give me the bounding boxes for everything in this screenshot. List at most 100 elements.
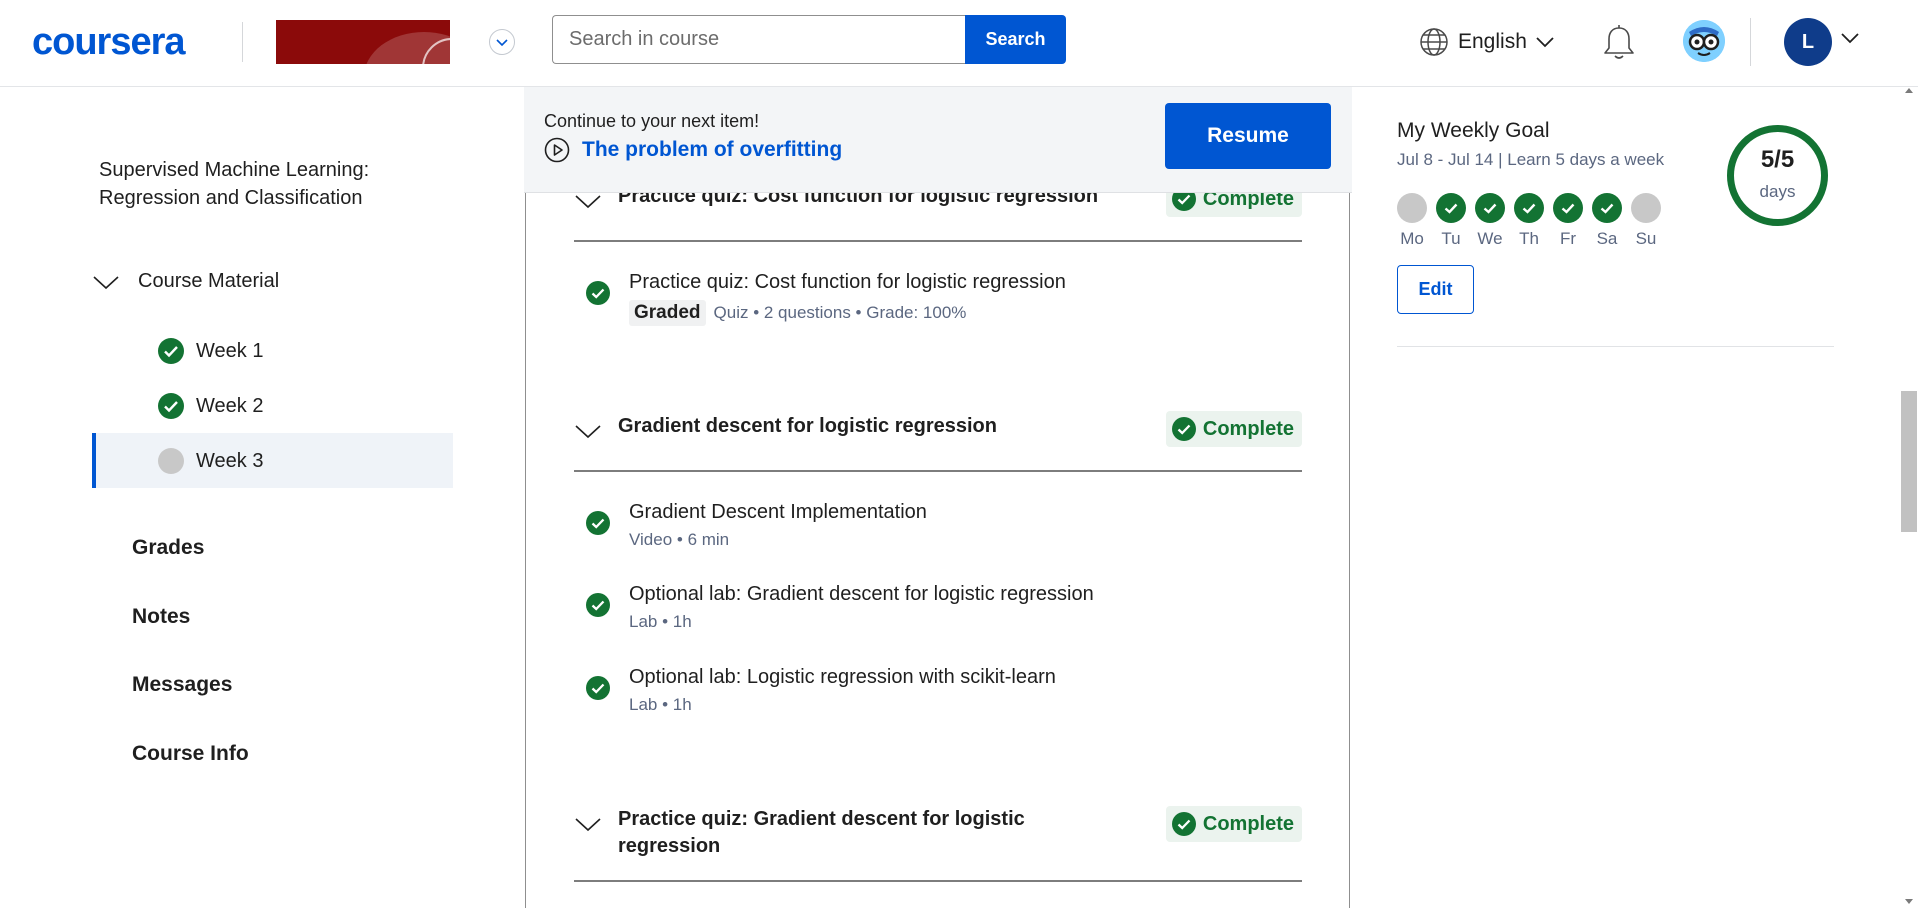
continue-banner: Continue to your next item! The problem … (524, 87, 1352, 193)
resume-button[interactable]: Resume (1165, 103, 1331, 169)
section-title-line-1: Practice quiz: Gradient descent for logi… (618, 808, 1025, 830)
weekday-label: Sa (1596, 229, 1618, 248)
partner-logo[interactable] (276, 20, 450, 64)
language-selector[interactable]: English (1418, 24, 1555, 60)
scrollbar-thumb[interactable] (1901, 391, 1917, 532)
item-meta-text: Video • 6 min (629, 530, 730, 549)
right-panel-divider (1397, 346, 1834, 347)
sidebar-link-messages[interactable]: Messages (132, 673, 232, 697)
weekday-label: Th (1519, 229, 1539, 248)
check-circle-icon (586, 593, 610, 617)
graded-badge: Graded (629, 300, 706, 326)
search-input[interactable] (552, 15, 966, 64)
item-meta: Lab • 1h (629, 612, 692, 632)
item-title: Gradient Descent Implementation (629, 501, 927, 523)
sidebar-link-notes[interactable]: Notes (132, 605, 190, 629)
goal-progress-unit: days (1759, 182, 1796, 201)
list-item[interactable]: Optional lab: Logistic regression with s… (574, 664, 1302, 720)
chevron-down-icon (575, 425, 601, 439)
next-item-title: The problem of overfitting (582, 138, 843, 161)
user-menu-chevron-icon[interactable] (1840, 32, 1860, 44)
edit-goal-button[interactable]: Edit (1397, 265, 1474, 314)
weekday-label: Tu (1441, 229, 1461, 248)
sidebar-item-week-1[interactable]: Week 1 (92, 323, 453, 378)
status-label: Complete (1202, 812, 1294, 835)
weekday-label: Fr (1559, 229, 1577, 248)
scroll-down-arrow-icon[interactable] (1904, 898, 1914, 906)
weekday-mo: Mo (1397, 193, 1427, 249)
weekly-goal-subtitle: Jul 8 - Jul 14 | Learn 5 days a week (1397, 150, 1665, 169)
weekday-label: We (1477, 229, 1503, 248)
check-circle-icon (1171, 812, 1196, 836)
incomplete-circle-icon (158, 448, 184, 474)
list-item[interactable]: Gradient Descent Implementation Video • … (574, 499, 1302, 555)
week-label: Week 2 (196, 395, 264, 417)
user-avatar[interactable]: L (1784, 18, 1832, 66)
check-circle-icon (158, 393, 184, 419)
item-meta-text: Lab • 1h (629, 695, 692, 714)
check-circle-icon (1553, 193, 1583, 223)
check-circle-icon (1475, 193, 1505, 223)
section-header[interactable]: Practice quiz: Gradient descent for logi… (574, 806, 1302, 882)
section-title-line-2: regression (618, 835, 721, 857)
item-meta: Graded Quiz • 2 questions • Grade: 100% (629, 300, 966, 326)
item-meta-text: Lab • 1h (629, 612, 692, 631)
sidebar-item-week-3[interactable]: Week 3 (92, 433, 453, 488)
check-circle-icon (1171, 417, 1196, 441)
header-divider-right (1750, 18, 1751, 66)
weekly-goal-days: Mo Tu We Th Fr Sa Su (1397, 193, 1661, 249)
sidebar-link-course-info[interactable]: Course Info (132, 742, 249, 766)
section-title: Practice quiz: Gradient descent for logi… (618, 806, 1025, 860)
weekday-sa: Sa (1592, 193, 1622, 249)
top-header: coursera Search English (0, 0, 1918, 87)
check-circle-icon (1514, 193, 1544, 223)
search-button[interactable]: Search (965, 15, 1066, 64)
language-label: English (1458, 30, 1527, 53)
continue-label: Continue to your next item! (544, 111, 760, 131)
list-item[interactable]: Optional lab: Gradient descent for logis… (574, 581, 1302, 637)
item-meta-text: Quiz • 2 questions • Grade: 100% (713, 303, 967, 322)
header-divider (242, 22, 243, 62)
weekday-su: Su (1631, 193, 1661, 249)
weekday-th: Th (1514, 193, 1544, 249)
status-label: Complete (1202, 417, 1294, 440)
coursera-logo[interactable]: coursera (32, 22, 186, 62)
sidebar-item-week-2[interactable]: Week 2 (92, 378, 453, 433)
goal-progress-ring (1727, 125, 1828, 226)
sidebar-link-grades[interactable]: Grades (132, 536, 204, 560)
complete-badge: Complete (1165, 806, 1302, 842)
weekday-tu: Tu (1436, 193, 1466, 249)
next-item-link[interactable]: The problem of overfitting (544, 137, 842, 163)
section-header[interactable]: Gradient descent for logistic regression… (574, 411, 1302, 472)
notifications-bell-icon[interactable] (1602, 24, 1636, 62)
weekday-fr: Fr (1553, 193, 1583, 249)
weekly-goal-title: My Weekly Goal (1397, 119, 1550, 142)
item-title: Optional lab: Logistic regression with s… (629, 666, 1056, 688)
chevron-down-icon (93, 275, 119, 289)
check-circle-icon (1436, 193, 1466, 223)
check-circle-icon (586, 676, 610, 700)
check-circle-icon (158, 338, 184, 364)
item-title: Practice quiz: Cost function for logisti… (629, 271, 1066, 293)
weekday-label: Su (1635, 229, 1657, 248)
coach-avatar-icon[interactable] (1683, 20, 1725, 62)
play-circle-icon (544, 137, 570, 163)
week-label: Week 3 (196, 450, 264, 472)
item-meta: Lab • 1h (629, 695, 692, 715)
week-label: Week 1 (196, 340, 264, 362)
chevron-down-icon (1536, 37, 1554, 48)
course-title[interactable]: Supervised Machine Learning: Regression … (99, 156, 419, 212)
weekday-label: Mo (1400, 229, 1424, 248)
course-switcher-chevron-icon[interactable] (489, 29, 515, 55)
check-circle-icon (586, 511, 610, 535)
globe-icon (1420, 28, 1448, 56)
scroll-up-arrow-icon[interactable] (1904, 86, 1914, 94)
empty-circle-icon (1631, 193, 1661, 223)
item-title: Optional lab: Gradient descent for logis… (629, 583, 1094, 605)
list-item[interactable]: Practice quiz: Cost function for logisti… (574, 269, 1302, 329)
empty-circle-icon (1397, 193, 1427, 223)
course-material-label: Course Material (138, 270, 280, 292)
complete-badge: Complete (1165, 411, 1302, 447)
course-material-toggle[interactable]: Course Material (92, 270, 279, 293)
chevron-down-icon (575, 195, 601, 209)
